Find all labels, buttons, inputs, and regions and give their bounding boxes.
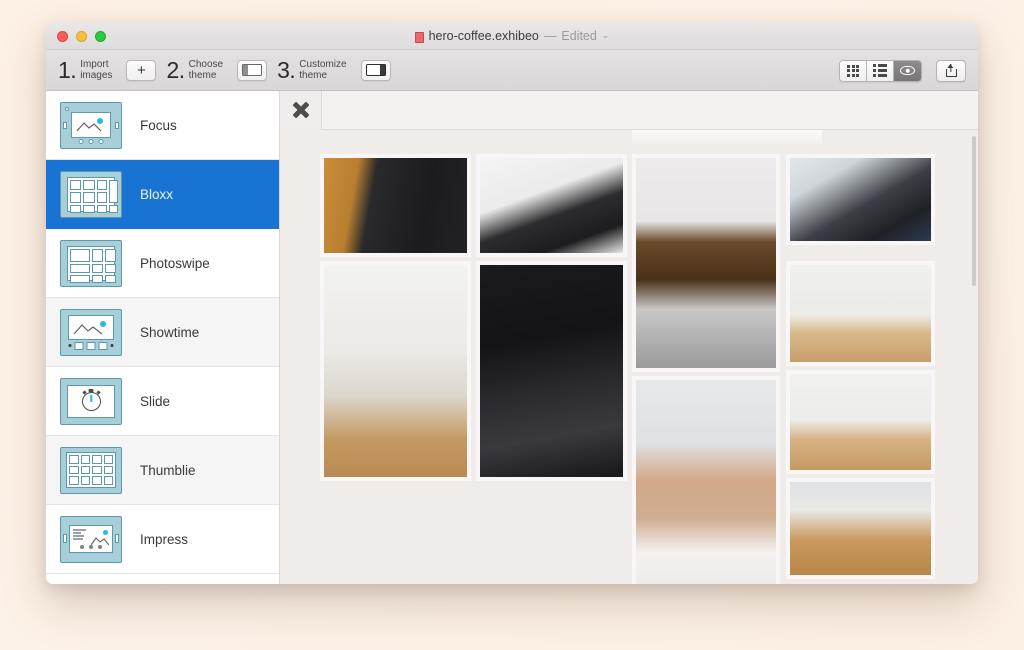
eye-icon — [900, 66, 915, 75]
theme-thumblie-icon — [60, 447, 122, 494]
share-icon — [946, 64, 957, 77]
document-icon — [415, 32, 424, 43]
close-button[interactable] — [57, 31, 68, 42]
gallery-photo[interactable] — [790, 482, 931, 575]
step-3-label-line1: Customize — [299, 59, 346, 70]
photo-image — [790, 374, 931, 470]
step-2-number: 2. — [166, 59, 184, 82]
right-panel-icon — [366, 64, 386, 76]
photo-image — [480, 265, 623, 477]
traffic-light-group — [57, 31, 106, 42]
preview-pane — [280, 91, 978, 584]
title-separator: — — [544, 29, 557, 43]
gallery-photo[interactable] — [480, 265, 623, 477]
window-title: hero-coffee.exhibeo — Edited ⌄ — [46, 22, 978, 50]
gallery-photo[interactable] — [324, 158, 467, 253]
theme-bloxx-icon — [60, 171, 122, 218]
sidebar-item-impress[interactable]: Impress — [46, 505, 279, 574]
toolbar-right-group — [839, 50, 966, 91]
theme-slide-icon — [60, 378, 122, 425]
gallery-photo[interactable] — [790, 158, 931, 241]
step-1-label: Import images — [80, 59, 112, 81]
step-1-label-line2: images — [80, 70, 112, 81]
sidebar-item-slide[interactable]: Slide — [46, 367, 279, 436]
gallery-photo[interactable] — [324, 265, 467, 477]
photo-image — [636, 158, 776, 368]
sidebar-item-label: Impress — [140, 532, 188, 547]
sidebar-item-label: Showtime — [140, 325, 199, 340]
photo-gallery[interactable] — [280, 130, 978, 584]
chevron-down-icon[interactable]: ⌄ — [602, 30, 610, 41]
step-customize-theme: 3. Customize theme — [277, 59, 346, 82]
window-body: Focus Bloxx Photoswipe — [46, 91, 978, 584]
gallery-photo[interactable] — [636, 158, 776, 368]
sidebar-item-label: Bloxx — [140, 187, 173, 202]
document-name: hero-coffee.exhibeo — [429, 29, 539, 43]
photo-image — [324, 158, 467, 253]
theme-impress-icon — [60, 516, 122, 563]
sidebar-item-label: Focus — [140, 118, 177, 133]
sidebar-item-label: Photoswipe — [140, 256, 210, 271]
plus-icon: + — [137, 63, 146, 78]
step-1-label-line1: Import — [80, 59, 108, 70]
list-view-button[interactable] — [867, 61, 894, 81]
add-images-button[interactable]: + — [126, 60, 156, 81]
photo-image — [790, 158, 931, 241]
edited-status: Edited — [561, 29, 596, 43]
grid-view-button[interactable] — [840, 61, 867, 81]
step-group: 1. Import images + 2. Choose theme — [58, 59, 391, 82]
photo-image — [480, 158, 623, 253]
grid-icon — [847, 65, 859, 77]
gallery-photo[interactable] — [790, 265, 931, 362]
sidebar-item-showtime[interactable]: Showtime — [46, 298, 279, 367]
vertical-scrollbar[interactable] — [972, 136, 976, 286]
theme-focus-icon — [60, 102, 122, 149]
step-3-number: 3. — [277, 59, 295, 82]
app-toolbar: 1. Import images + 2. Choose theme — [46, 50, 978, 91]
step-2-label: Choose theme — [189, 59, 223, 81]
photo-image — [790, 265, 931, 362]
window-titlebar: hero-coffee.exhibeo — Edited ⌄ — [46, 22, 978, 50]
left-panel-icon — [242, 64, 262, 76]
sidebar-item-focus[interactable]: Focus — [46, 91, 279, 160]
step-choose-theme: 2. Choose theme — [166, 59, 223, 82]
sidebar-item-photoswipe[interactable]: Photoswipe — [46, 229, 279, 298]
step-2-label-line1: Choose — [189, 59, 223, 70]
step-3-label-line2: theme — [299, 70, 327, 81]
sidebar-item-bloxx[interactable]: Bloxx — [46, 160, 279, 229]
header-glare — [632, 130, 822, 144]
step-3-label: Customize theme — [299, 59, 346, 81]
desktop-background: hero-coffee.exhibeo — Edited ⌄ 1. Import… — [0, 0, 1024, 650]
theme-showtime-icon — [60, 309, 122, 356]
close-icon — [292, 102, 309, 119]
step-1-number: 1. — [58, 59, 76, 82]
photo-image — [636, 380, 776, 584]
toggle-inspector-button[interactable] — [361, 60, 391, 81]
step-import-images: 1. Import images — [58, 59, 112, 82]
step-2-label-line2: theme — [189, 70, 217, 81]
gallery-photo[interactable] — [480, 158, 623, 253]
theme-sidebar[interactable]: Focus Bloxx Photoswipe — [46, 91, 280, 584]
theme-photoswipe-icon — [60, 240, 122, 287]
photo-image — [324, 265, 467, 477]
view-mode-segmented-control — [839, 60, 922, 82]
sidebar-item-label: Slide — [140, 394, 170, 409]
preview-header — [280, 91, 978, 130]
minimize-button[interactable] — [76, 31, 87, 42]
toggle-theme-sidebar-button[interactable] — [237, 60, 267, 81]
close-preview-button[interactable] — [280, 91, 322, 130]
zoom-button[interactable] — [95, 31, 106, 42]
list-icon — [873, 64, 887, 77]
app-window: hero-coffee.exhibeo — Edited ⌄ 1. Import… — [46, 22, 978, 584]
sidebar-item-label: Thumblie — [140, 463, 196, 478]
gallery-photo[interactable] — [790, 374, 931, 470]
preview-view-button[interactable] — [894, 61, 921, 81]
gallery-photo[interactable] — [636, 380, 776, 584]
share-button[interactable] — [936, 60, 966, 82]
photo-image — [790, 482, 931, 575]
sidebar-item-thumblie[interactable]: Thumblie — [46, 436, 279, 505]
